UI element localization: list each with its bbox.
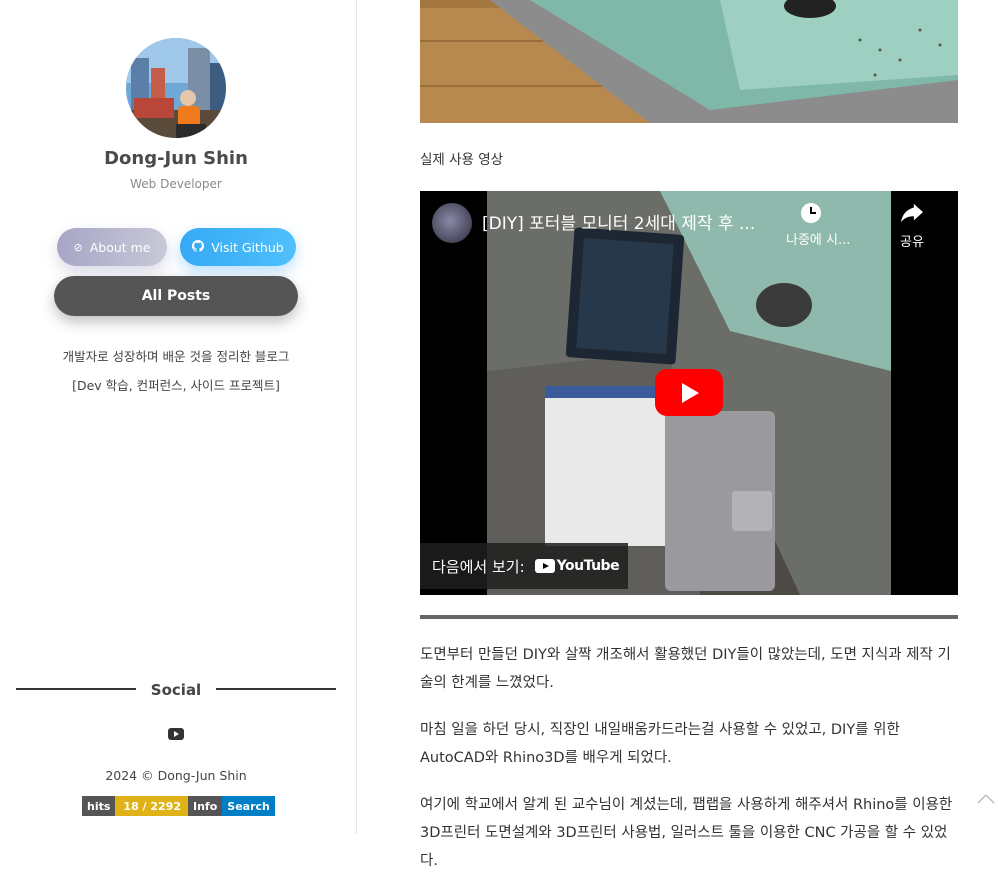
- share-button[interactable]: 공유: [894, 203, 930, 250]
- channel-avatar[interactable]: [432, 203, 472, 243]
- info-badge-label: Info: [188, 796, 223, 816]
- about-me-label: About me: [89, 239, 151, 255]
- play-icon: [682, 383, 699, 403]
- share-label: 공유: [900, 235, 924, 250]
- avatar[interactable]: [126, 38, 226, 138]
- about-me-button[interactable]: ⊘ About me: [57, 228, 167, 266]
- divider-left: [16, 688, 136, 690]
- watch-on-label: 다음에서 보기:: [432, 557, 525, 576]
- share-icon: [901, 203, 923, 223]
- post-caption: 실제 사용 영상: [420, 152, 504, 168]
- watch-later-label: 나중에 시...: [786, 233, 851, 248]
- play-button[interactable]: [655, 369, 723, 416]
- youtube-embed[interactable]: [DIY] 포터블 모니터 2세대 제작 후 ... 나중에 시... 공유 다…: [420, 191, 958, 595]
- scroll-to-top-button[interactable]: [976, 790, 996, 804]
- profile-name: Dong-Jun Shin: [104, 148, 248, 169]
- video-title[interactable]: [DIY] 포터블 모니터 2세대 제작 후 ...: [482, 209, 755, 234]
- all-posts-label: All Posts: [141, 288, 211, 304]
- visit-github-button[interactable]: Visit Github: [180, 228, 296, 266]
- section-divider: [420, 615, 958, 619]
- visit-github-label: Visit Github: [211, 239, 284, 255]
- post-paragraph: 도면부터 만들던 DIY와 살짝 개조해서 활용했던 DIY들이 많았는데, 도…: [420, 647, 951, 691]
- youtube-icon[interactable]: [168, 728, 184, 740]
- info-badge-value: Search: [222, 796, 275, 816]
- divider-right: [216, 688, 336, 690]
- watch-on-youtube[interactable]: 다음에서 보기: YouTube: [420, 543, 628, 589]
- chevron-up-icon: [977, 793, 995, 804]
- tag-icon: ⊘: [73, 240, 83, 254]
- post-paragraph: 여기에 학교에서 알게 된 교수님이 계셨는데, 팹랩을 사용하게 해주셔서 R…: [420, 797, 953, 869]
- social-title: Social: [150, 681, 202, 699]
- watch-later-button[interactable]: 나중에 시...: [786, 203, 851, 248]
- youtube-logo-icon: [534, 559, 555, 573]
- sidebar: Dong-Jun Shin Web Developer ⊘ About me V…: [0, 0, 357, 834]
- post-photo: [420, 0, 958, 123]
- profile-role: Web Developer: [130, 177, 222, 191]
- clock-icon: [801, 203, 821, 223]
- blog-description: 개발자로 성장하며 배운 것을 정리한 블로그: [62, 349, 290, 364]
- hits-badge-label: hits: [82, 796, 116, 816]
- blog-description-topics: [Dev 학습, 컨퍼런스, 사이드 프로젝트]: [72, 378, 280, 393]
- hits-badge-value: 18 / 2292: [115, 796, 190, 816]
- all-posts-button[interactable]: All Posts: [54, 276, 298, 316]
- github-icon: [192, 239, 205, 255]
- youtube-brand: YouTube: [556, 558, 620, 574]
- hits-badge: hits 18 / 2292: [82, 796, 190, 816]
- copyright: 2024 © Dong-Jun Shin: [105, 768, 247, 783]
- post-paragraph: 마침 일을 하던 당시, 직장인 내일배움카드라는걸 사용할 수 있었고, DI…: [420, 722, 900, 766]
- info-search-badge[interactable]: Info Search: [188, 796, 275, 816]
